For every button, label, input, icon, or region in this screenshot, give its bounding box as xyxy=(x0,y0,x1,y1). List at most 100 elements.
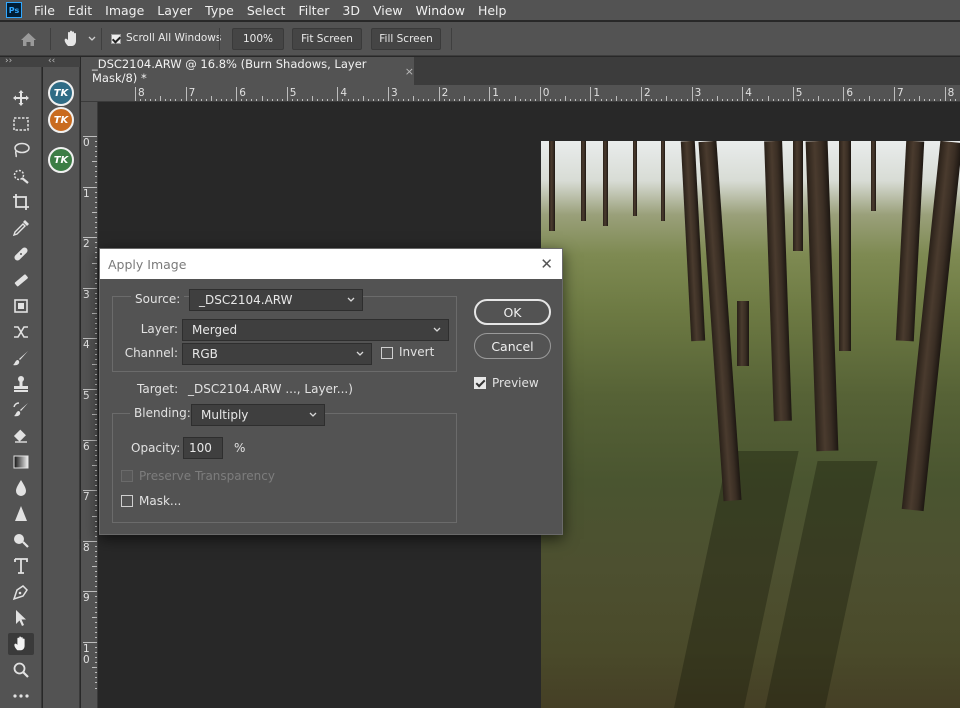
hand-tool-preset-icon[interactable] xyxy=(62,30,82,48)
menu-type[interactable]: Type xyxy=(205,3,234,18)
ruler-minor-tick xyxy=(95,252,97,254)
ruler-minor-tick xyxy=(95,166,97,168)
hand-tool-icon[interactable] xyxy=(8,633,34,655)
menu-layer[interactable]: Layer xyxy=(157,3,192,18)
document-tab[interactable]: _DSC2104.ARW @ 16.8% (Burn Shadows, Laye… xyxy=(81,57,414,85)
channel-dropdown[interactable]: RGB xyxy=(182,343,372,365)
menu-select[interactable]: Select xyxy=(247,3,286,18)
dodge-tool-icon[interactable] xyxy=(8,529,34,551)
eyedropper-tool-icon[interactable] xyxy=(8,217,34,239)
clone-stamp-tool-icon[interactable] xyxy=(8,373,34,395)
document-image[interactable] xyxy=(541,141,960,708)
blending-value: Multiply xyxy=(201,408,249,422)
close-tab-icon[interactable]: × xyxy=(405,65,414,78)
dialog-title-bar[interactable]: Apply Image ✕ xyxy=(100,249,562,279)
expand-panel-icon[interactable]: ‹‹ xyxy=(48,57,55,66)
ruler-minor-tick xyxy=(95,485,97,487)
expand-tools-icon[interactable]: ›› xyxy=(5,57,12,66)
pen-tool-icon[interactable] xyxy=(8,581,34,603)
ruler-minor-tick xyxy=(95,404,97,406)
zoom-100-button[interactable]: 100% xyxy=(232,28,284,50)
ruler-label: 7 xyxy=(188,87,196,99)
history-brush-tool-icon[interactable] xyxy=(8,399,34,421)
red-eye-tool-icon[interactable] xyxy=(8,321,34,343)
ruler-minor-tick xyxy=(95,419,97,421)
quick-selection-tool-icon[interactable] xyxy=(8,165,34,187)
photoshop-logo-icon[interactable]: Ps xyxy=(6,2,22,18)
preview-checkbox[interactable] xyxy=(474,377,486,389)
scroll-all-windows-checkbox[interactable] xyxy=(111,34,121,44)
source-dropdown[interactable]: _DSC2104.ARW xyxy=(189,289,363,311)
ruler-tick xyxy=(236,87,238,101)
ruler-minor-tick xyxy=(92,616,97,618)
healing-brush-tool-icon[interactable] xyxy=(8,243,34,265)
fit-screen-button[interactable]: Fit Screen xyxy=(292,28,362,50)
ruler-minor-tick xyxy=(95,535,97,537)
chevron-down-icon[interactable] xyxy=(88,36,96,42)
gradient-tool-icon[interactable] xyxy=(8,451,34,473)
options-separator xyxy=(219,28,220,50)
ruler-minor-tick xyxy=(95,257,97,259)
menu-image[interactable]: Image xyxy=(105,3,144,18)
tk-plugin-icon[interactable]: TK xyxy=(48,107,74,133)
chevron-down-icon xyxy=(356,351,364,356)
ruler-tick xyxy=(539,87,541,101)
ruler-label: 1 xyxy=(83,187,90,200)
ruler-label: 8 xyxy=(947,87,955,99)
menu-3d[interactable]: 3D xyxy=(342,3,360,18)
menu-window[interactable]: Window xyxy=(416,3,465,18)
ruler-minor-tick xyxy=(95,621,97,623)
tk-plugin-icon[interactable]: TK xyxy=(48,80,74,106)
menu-view[interactable]: View xyxy=(373,3,403,18)
blur-tool-icon[interactable] xyxy=(8,477,34,499)
blending-dropdown[interactable]: Multiply xyxy=(191,404,325,426)
document-tab-title: _DSC2104.ARW @ 16.8% (Burn Shadows, Laye… xyxy=(92,57,367,85)
ruler-minor-tick xyxy=(95,475,97,477)
ruler-minor-tick xyxy=(92,161,97,163)
ruler-minor-tick xyxy=(95,383,97,385)
opacity-input[interactable]: 100 xyxy=(183,437,223,459)
ruler-minor-tick xyxy=(95,424,97,426)
zoom-tool-icon[interactable] xyxy=(8,659,34,681)
close-icon[interactable]: ✕ xyxy=(540,255,553,273)
lasso-tool-icon[interactable] xyxy=(8,139,34,161)
mask-checkbox[interactable] xyxy=(121,495,133,507)
content-aware-move-tool-icon[interactable] xyxy=(8,295,34,317)
channel-value: RGB xyxy=(192,347,218,361)
ruler-tick xyxy=(742,87,744,101)
menu-help[interactable]: Help xyxy=(478,3,507,18)
ruler-minor-tick xyxy=(95,399,97,401)
ruler-tick xyxy=(590,87,592,101)
eraser-tool-icon[interactable] xyxy=(8,425,34,447)
path-selection-tool-icon[interactable] xyxy=(8,607,34,629)
patch-tool-icon[interactable] xyxy=(8,269,34,291)
ruler-tick xyxy=(438,87,440,101)
more-tools-icon[interactable] xyxy=(8,685,34,707)
ruler-minor-tick xyxy=(95,520,97,522)
ruler-minor-tick xyxy=(92,363,97,365)
sharpen-tool-icon[interactable] xyxy=(8,503,34,525)
fill-screen-button[interactable]: Fill Screen xyxy=(371,28,441,50)
blending-label: Blending: xyxy=(130,406,195,420)
move-tool-icon[interactable] xyxy=(8,87,34,109)
tk-plugin-icon[interactable]: TK xyxy=(48,147,74,173)
ruler-minor-tick xyxy=(95,480,97,482)
preserve-transparency-checkbox[interactable] xyxy=(121,470,133,482)
menu-filter[interactable]: Filter xyxy=(298,3,329,18)
home-icon[interactable] xyxy=(20,32,37,47)
ok-button[interactable]: OK xyxy=(474,299,551,325)
cancel-button[interactable]: Cancel xyxy=(474,333,551,359)
menu-edit[interactable]: Edit xyxy=(68,3,92,18)
ruler-minor-tick xyxy=(95,636,97,638)
crop-tool-icon[interactable] xyxy=(8,191,34,213)
tools-panel xyxy=(0,67,42,708)
ruler-label: 2 xyxy=(644,87,651,99)
invert-checkbox[interactable] xyxy=(381,347,393,359)
layer-dropdown[interactable]: Merged xyxy=(182,319,449,341)
marquee-tool-icon[interactable] xyxy=(8,113,34,135)
type-tool-icon[interactable] xyxy=(8,555,34,577)
ruler-minor-tick xyxy=(95,308,97,310)
brush-tool-icon[interactable] xyxy=(8,347,34,369)
target-label: Target: xyxy=(137,382,179,396)
menu-file[interactable]: File xyxy=(34,3,55,18)
